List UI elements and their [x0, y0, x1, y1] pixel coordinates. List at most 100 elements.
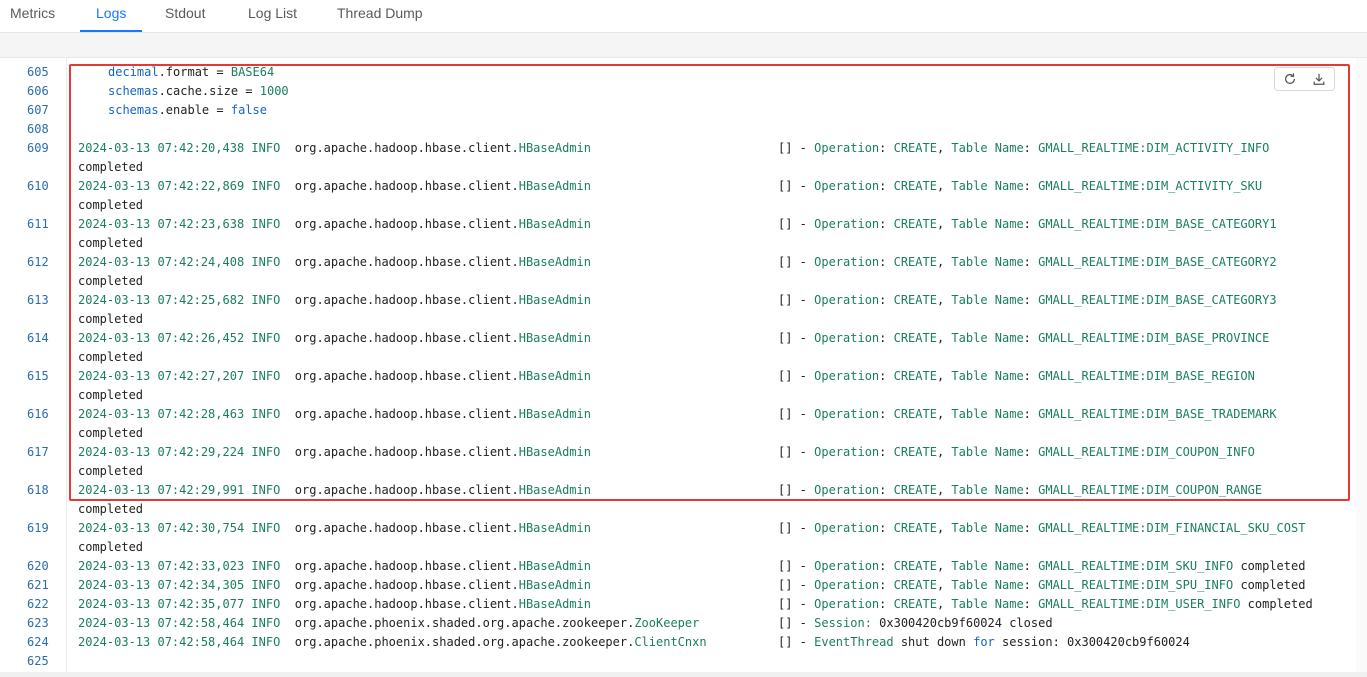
- log-class: HBaseAdmin: [518, 521, 591, 535]
- tab-logs[interactable]: Logs: [79, 0, 143, 32]
- log-colon: :: [1023, 578, 1039, 592]
- log-bracket: [] -: [778, 483, 815, 497]
- log-operation-value: CREATE: [893, 559, 937, 573]
- log-class: HBaseAdmin: [518, 369, 591, 383]
- vertical-scrollbar[interactable]: [1356, 58, 1367, 672]
- log-line: 624 2024-03-13 07:42:58,464 INFO org.apac…: [0, 633, 1356, 652]
- log-colon: :: [879, 578, 894, 592]
- config-value: false: [230, 103, 267, 117]
- log-wrap-text: completed: [78, 198, 144, 212]
- log-text: 2024-03-13 07:42:20,438 INFO org.apache.…: [78, 139, 591, 158]
- log-line: completed: [0, 386, 1356, 405]
- log-class: ClientCnxn: [634, 635, 707, 649]
- log-line: completed: [0, 424, 1356, 443]
- tab-thread-dump[interactable]: Thread Dump: [337, 0, 423, 32]
- config-property: .enable: [158, 103, 210, 117]
- log-colon: :: [879, 331, 894, 345]
- log-message: [] - Operation: CREATE, Table Name: GMAL…: [778, 139, 1269, 158]
- log-text: 2024-03-13 07:42:28,463 INFO org.apache.…: [78, 405, 591, 424]
- config-text: schemas.cache.size = 1000: [108, 82, 289, 101]
- log-text: 2024-03-13 07:42:26,452 INFO org.apache.…: [78, 329, 591, 348]
- config-object: schemas: [108, 84, 159, 98]
- log-operation-value: CREATE: [893, 141, 937, 155]
- config-property: .cache.size: [158, 84, 239, 98]
- log-package: org.apache.hadoop.hbase.client.: [294, 559, 519, 573]
- log-line: 605 decimal.format = BASE64: [0, 63, 1356, 82]
- log-message-b: shut down: [893, 635, 974, 649]
- line-number: 616: [27, 407, 49, 421]
- log-comma: ,: [936, 217, 952, 231]
- line-number: 618: [27, 483, 49, 497]
- log-package: org.apache.hadoop.hbase.client.: [294, 141, 519, 155]
- log-message: [] - Operation: CREATE, Table Name: GMAL…: [778, 405, 1277, 424]
- log-line: completed: [0, 234, 1356, 253]
- line-number: 610: [27, 179, 49, 193]
- log-line: completed: [0, 500, 1356, 519]
- log-bracket: [] -: [778, 578, 815, 592]
- tab-metrics[interactable]: Metrics: [10, 0, 55, 32]
- log-operation-key: Operation: [814, 255, 880, 269]
- log-package: org.apache.hadoop.hbase.client.: [294, 255, 519, 269]
- line-number: 614: [27, 331, 49, 345]
- log-wrap-text: completed: [78, 274, 144, 288]
- log-message: [] - Operation: CREATE, Table Name: GMAL…: [778, 367, 1255, 386]
- log-line: 614 2024-03-13 07:42:26,452 INFO org.apac…: [0, 329, 1356, 348]
- log-timestamp: 2024-03-13 07:42:34,305: [78, 578, 245, 592]
- log-table-key: Table: [951, 578, 988, 592]
- log-table-key: Table: [951, 407, 988, 421]
- log-timestamp: 2024-03-13 07:42:20,438: [78, 141, 245, 155]
- log-name-key: Name: [987, 407, 1024, 421]
- log-timestamp: 2024-03-13 07:42:33,023: [78, 559, 245, 573]
- tab-log-list[interactable]: Log List: [248, 0, 297, 32]
- log-package: org.apache.hadoop.hbase.client.: [294, 578, 519, 592]
- log-line: completed: [0, 538, 1356, 557]
- config-equals: =: [209, 103, 231, 117]
- log-level: INFO: [251, 616, 281, 630]
- download-button[interactable]: [1304, 67, 1335, 91]
- log-message: [] - Operation: CREATE, Table Name: GMAL…: [778, 443, 1255, 462]
- horizontal-scrollbar[interactable]: [0, 672, 1367, 677]
- log-viewer[interactable]: 605 decimal.format = BASE64 606 schemas.cac…: [0, 58, 1356, 672]
- log-bracket: [] -: [778, 445, 815, 459]
- log-status: completed: [1240, 559, 1306, 573]
- log-name-key: Name: [987, 559, 1024, 573]
- toolbar-band: [0, 33, 1367, 58]
- log-comma: ,: [936, 407, 952, 421]
- log-timestamp: 2024-03-13 07:42:25,682: [78, 293, 245, 307]
- log-package: org.apache.hadoop.hbase.client.: [294, 521, 519, 535]
- log-level: INFO: [251, 141, 281, 155]
- log-text: 2024-03-13 07:42:58,464 INFO org.apache.…: [78, 633, 707, 652]
- config-value: BASE64: [230, 65, 275, 79]
- log-class: HBaseAdmin: [518, 407, 591, 421]
- log-table-key: Table: [951, 179, 988, 193]
- log-timestamp: 2024-03-13 07:42:30,754: [78, 521, 245, 535]
- log-line: 622 2024-03-13 07:42:35,077 INFO org.apac…: [0, 595, 1356, 614]
- log-comma: ,: [936, 331, 952, 345]
- tab-stdout[interactable]: Stdout: [165, 0, 205, 32]
- log-line: 606 schemas.cache.size = 1000: [0, 82, 1356, 101]
- log-name-key: Name: [987, 179, 1024, 193]
- refresh-button[interactable]: [1274, 67, 1306, 91]
- log-message-d: session: 0x300420cb9f60024: [994, 635, 1190, 649]
- log-line: 616 2024-03-13 07:42:28,463 INFO org.apac…: [0, 405, 1356, 424]
- log-package: org.apache.phoenix.shaded.org.apache.zoo…: [294, 635, 635, 649]
- log-operation-key: Operation: [814, 445, 880, 459]
- log-message: [] - Session: 0x300420cb9f60024 closed: [778, 614, 1053, 633]
- log-table-name: GMALL_REALTIME:DIM_USER_INFO: [1038, 597, 1241, 611]
- log-table-key: Table: [951, 331, 988, 345]
- log-class: HBaseAdmin: [518, 331, 591, 345]
- config-equals: =: [238, 84, 260, 98]
- log-colon: :: [1023, 141, 1039, 155]
- log-package: org.apache.hadoop.hbase.client.: [294, 293, 519, 307]
- log-bracket: [] -: [778, 293, 815, 307]
- log-comma: ,: [936, 521, 952, 535]
- log-colon: :: [879, 483, 894, 497]
- log-timestamp: 2024-03-13 07:42:58,464: [78, 635, 245, 649]
- log-wrap-text: completed: [78, 540, 144, 554]
- log-bracket: [] -: [778, 217, 815, 231]
- log-level: INFO: [251, 635, 281, 649]
- log-table-key: Table: [951, 521, 988, 535]
- log-wrap-text: completed: [78, 350, 144, 364]
- log-status: completed: [1247, 597, 1313, 611]
- log-comma: ,: [936, 483, 952, 497]
